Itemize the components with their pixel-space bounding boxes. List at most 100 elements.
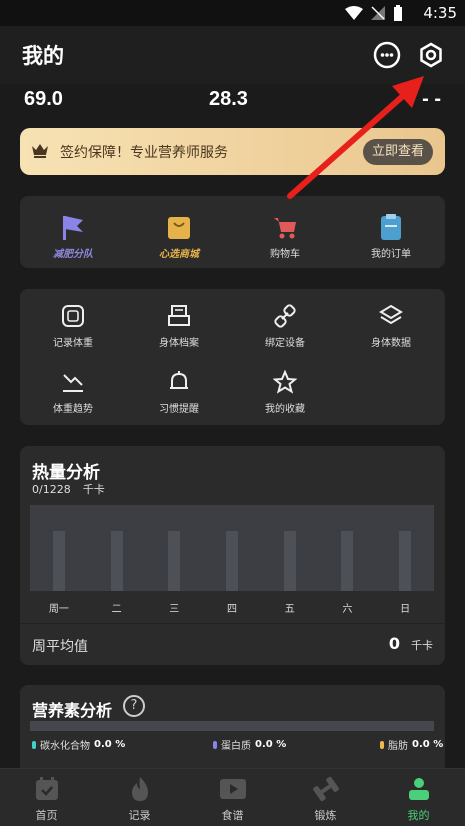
help-icon[interactable]: ?: [123, 695, 145, 717]
shop-card: 减肥分队 心选商城 购物车 我的订单: [20, 196, 445, 268]
tool-label-body-data: 身体数据: [371, 338, 411, 349]
status-icons: [345, 5, 403, 21]
protein-label: 蛋白质: [221, 741, 251, 752]
bmi-value: 28.3: [209, 88, 248, 110]
chat-bubble-icon: [373, 41, 401, 69]
tool-label-my-favorites: 我的收藏: [265, 404, 305, 415]
status-time: 4:35: [423, 4, 457, 22]
tab-exercise[interactable]: 锻炼: [279, 773, 372, 823]
weekday-label: 三: [169, 604, 180, 615]
page-header: 我的: [0, 26, 465, 84]
third-stat-value: - -: [422, 88, 441, 110]
scale-icon: [62, 305, 84, 327]
orders-button[interactable]: 我的订单: [338, 212, 444, 260]
fat-value: 0.0 %: [412, 739, 444, 750]
fat-dot: [380, 740, 384, 749]
trend-down-icon: [63, 374, 83, 392]
cart-button[interactable]: 购物车: [232, 212, 338, 260]
view-now-button[interactable]: 立即查看: [363, 139, 433, 165]
profile-icon: [408, 778, 429, 800]
tab-mine[interactable]: 我的: [372, 773, 465, 823]
nutrition-analysis-title: 营养素分析: [32, 701, 113, 720]
weekday-label: 六: [342, 604, 353, 615]
shop-label-orders: 我的订单: [371, 249, 411, 260]
nutritionist-banner[interactable]: 签约保障！专业营养师服务 立即查看: [20, 128, 445, 175]
gear-icon: [420, 42, 442, 68]
calorie-summary: 0/1228 千卡: [32, 481, 105, 497]
page-title: 我的: [22, 44, 64, 68]
cart-icon: [274, 218, 296, 239]
weekday-label: 周一: [48, 604, 69, 615]
weekday-axis: 周一 二 三 四 五 六 日: [30, 600, 434, 616]
dumbbell-icon: [312, 776, 339, 802]
body-profile-button[interactable]: 身体档案: [126, 301, 232, 349]
signal-icon: [371, 6, 385, 20]
calorie-bar: [399, 531, 412, 591]
weekly-average-value: 0: [388, 634, 400, 653]
body-data-button[interactable]: 身体数据: [338, 301, 444, 349]
shop-label-team: 减肥分队: [53, 249, 93, 260]
nutrition-analysis-card[interactable]: 营养素分析 ? 碳水化合物 0.0 % 蛋白质 0.0 % 脂肪 0.0 %: [20, 685, 445, 775]
weekly-average-label: 周平均值: [32, 639, 88, 655]
calorie-analysis-card[interactable]: 热量分析 0/1228 千卡 周一 二 三 四 五 六 日: [20, 446, 445, 636]
settings-button[interactable]: [416, 40, 446, 70]
mall-button[interactable]: 心选商城: [126, 212, 232, 260]
bag-icon: [168, 217, 190, 239]
tab-recipe[interactable]: 食谱: [186, 773, 279, 823]
tab-label-recipe: 食谱: [221, 809, 244, 822]
banner-text: 签约保障！专业营养师服务: [60, 145, 228, 161]
team-button[interactable]: 减肥分队: [20, 212, 126, 260]
weekly-average-row: 周平均值 0 千卡: [20, 623, 445, 665]
calorie-bar: [226, 531, 238, 591]
calorie-bar: [168, 531, 181, 591]
status-bar: 4:35: [0, 0, 465, 26]
tab-label-exercise: 锻炼: [314, 809, 337, 822]
nutrient-protein: 蛋白质 0.0 %: [213, 737, 286, 752]
shop-label-cart: 购物车: [270, 249, 300, 260]
bell-icon: [170, 371, 188, 389]
calorie-bar: [283, 531, 296, 591]
tab-record[interactable]: 记录: [93, 773, 186, 823]
layers-icon: [379, 304, 403, 325]
calorie-unit: 千卡: [82, 483, 105, 496]
wifi-icon: [345, 6, 363, 20]
flame-icon: [131, 777, 148, 801]
carbs-label: 碳水化合物: [40, 741, 90, 752]
weekday-label: 日: [400, 604, 411, 615]
weight-trend-button[interactable]: 体重趋势: [20, 367, 126, 415]
message-button[interactable]: [372, 40, 402, 70]
my-favorites-button[interactable]: 我的收藏: [232, 367, 338, 415]
nutrient-fat: 脂肪 0.0 %: [380, 737, 443, 752]
link-icon: [274, 304, 296, 328]
tab-home[interactable]: 首页: [0, 773, 93, 823]
tool-label-weight-trend: 体重趋势: [53, 404, 93, 415]
fat-label: 脂肪: [388, 741, 408, 752]
star-icon: [273, 370, 297, 394]
battery-icon: [394, 5, 402, 21]
tab-label-mine: 我的: [407, 809, 430, 822]
recipe-icon: [219, 779, 246, 799]
printer-icon: [168, 305, 190, 326]
tool-label-body-profile: 身体档案: [159, 338, 199, 349]
calorie-bar: [52, 531, 65, 591]
tool-label-record-weight: 记录体重: [53, 338, 93, 349]
weekday-label: 二: [111, 604, 122, 615]
calendar-icon: [35, 777, 58, 800]
nutrient-carbs: 碳水化合物 0.0 %: [32, 737, 125, 752]
bind-device-button[interactable]: 绑定设备: [232, 301, 338, 349]
calorie-bar: [110, 531, 123, 591]
protein-value: 0.0 %: [255, 739, 287, 750]
carbs-value: 0.0 %: [94, 739, 126, 750]
tool-label-habit-reminder: 习惯提醒: [159, 404, 199, 415]
weekday-label: 四: [227, 604, 237, 615]
record-weight-button[interactable]: 记录体重: [20, 301, 126, 349]
weight-value: 69.0: [24, 88, 63, 110]
calorie-value: 0/1228: [32, 483, 71, 496]
calorie-bar: [341, 531, 354, 591]
tab-label-home: 首页: [35, 809, 58, 822]
protein-dot: [213, 740, 217, 749]
shop-label-mall: 心选商城: [159, 249, 199, 260]
weekday-label: 五: [284, 604, 295, 615]
bottom-tab-bar: 首页 记录 食谱 锻炼 我的: [0, 768, 465, 826]
habit-reminder-button[interactable]: 习惯提醒: [126, 367, 232, 415]
